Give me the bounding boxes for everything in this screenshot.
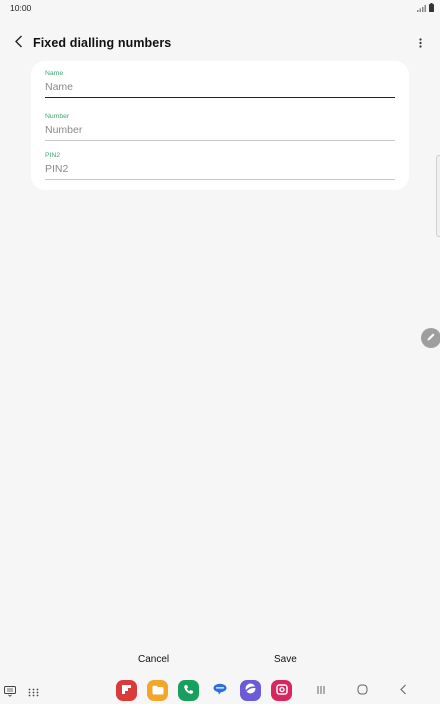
back-nav-icon — [399, 682, 407, 700]
camera-app[interactable] — [271, 680, 292, 701]
back-button[interactable] — [10, 35, 26, 53]
my-files-app[interactable] — [147, 680, 168, 701]
messages-app[interactable] — [209, 680, 230, 701]
battery-icon — [429, 0, 434, 17]
back-nav-button[interactable] — [394, 683, 412, 699]
number-input[interactable] — [45, 124, 395, 141]
save-button[interactable]: Save — [274, 654, 297, 665]
home-button[interactable] — [353, 683, 371, 699]
pin2-input[interactable] — [45, 163, 395, 180]
status-icons — [417, 3, 434, 13]
app-dock — [116, 680, 292, 701]
apps-grid-icon[interactable] — [28, 684, 39, 702]
messages-icon — [213, 682, 227, 700]
contact-form-card: Name Number PIN2 — [31, 61, 409, 190]
number-field-group: Number — [45, 113, 395, 141]
phone-icon — [183, 682, 194, 700]
pencil-icon — [426, 329, 436, 347]
page-title: Fixed dialling numbers — [33, 36, 172, 50]
app-bar: Fixed dialling numbers — [0, 30, 440, 56]
more-vertical-icon — [418, 35, 422, 53]
flipboard-app[interactable] — [116, 680, 137, 701]
pin2-field-label: PIN2 — [45, 152, 61, 159]
cancel-button[interactable]: Cancel — [138, 654, 169, 665]
chevron-left-icon — [14, 35, 23, 53]
pin2-field-group: PIN2 — [45, 152, 395, 180]
more-options-button[interactable] — [414, 37, 426, 51]
internet-icon — [244, 682, 257, 700]
nav-left-tools — [4, 684, 39, 702]
my-files-icon — [152, 682, 164, 700]
keyboard-hide-icon[interactable] — [4, 684, 16, 702]
name-field-label: Name — [45, 70, 64, 77]
internet-app[interactable] — [240, 680, 261, 701]
name-input[interactable] — [45, 81, 395, 98]
recents-icon — [316, 682, 326, 700]
number-field-label: Number — [45, 113, 70, 120]
edge-panel-handle[interactable] — [436, 155, 440, 237]
camera-icon — [275, 682, 288, 700]
navigation-bar — [0, 678, 440, 704]
signal-icon — [417, 0, 427, 17]
flipboard-icon — [121, 682, 132, 700]
system-nav-keys — [310, 683, 420, 699]
status-time: 10:00 — [10, 3, 32, 13]
edit-floating-button[interactable] — [421, 328, 440, 348]
home-icon — [357, 682, 368, 700]
phone-app[interactable] — [178, 680, 199, 701]
name-field-group: Name — [45, 70, 395, 98]
recents-button[interactable] — [312, 683, 330, 699]
status-bar: 10:00 — [0, 0, 440, 16]
